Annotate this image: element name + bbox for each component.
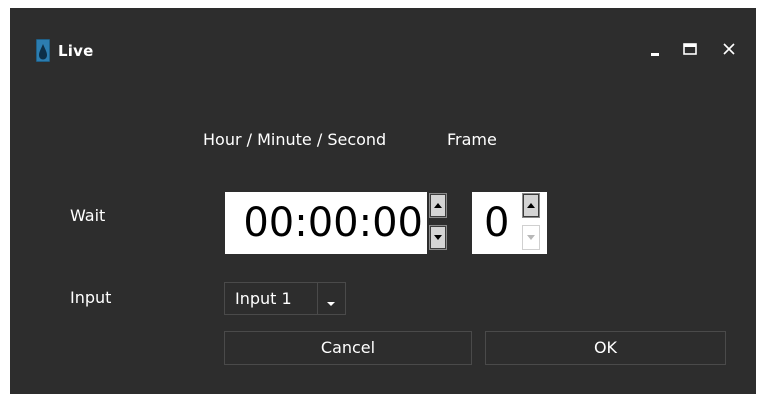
time-increment-button[interactable]: [429, 193, 447, 218]
time-column-header: Hour / Minute / Second: [203, 130, 387, 149]
chevron-down-icon[interactable]: [325, 294, 337, 313]
frame-decrement-button[interactable]: [522, 225, 540, 250]
live-dialog: Live Hour / Minute / Second Frame Wait 0…: [10, 8, 756, 394]
window-title: Live: [58, 42, 94, 60]
wait-frame-input[interactable]: 0: [472, 192, 514, 254]
input-label: Input: [70, 288, 112, 307]
cancel-button[interactable]: Cancel: [224, 331, 472, 365]
input-select[interactable]: Input 1: [224, 282, 346, 315]
time-decrement-button[interactable]: [429, 225, 447, 250]
frame-column-header: Frame: [447, 130, 497, 149]
input-select-value: Input 1: [235, 289, 292, 308]
water-drop-icon: [36, 39, 50, 62]
ok-button[interactable]: OK: [485, 331, 726, 365]
wait-label: Wait: [70, 206, 106, 225]
frame-increment-button[interactable]: [522, 193, 540, 218]
close-icon[interactable]: [719, 38, 741, 60]
minimize-icon[interactable]: [645, 38, 667, 60]
title-bar[interactable]: Live: [10, 8, 756, 78]
wait-time-input[interactable]: 00:00:00: [225, 192, 427, 254]
select-divider: [317, 283, 318, 314]
maximize-icon[interactable]: [680, 38, 702, 60]
